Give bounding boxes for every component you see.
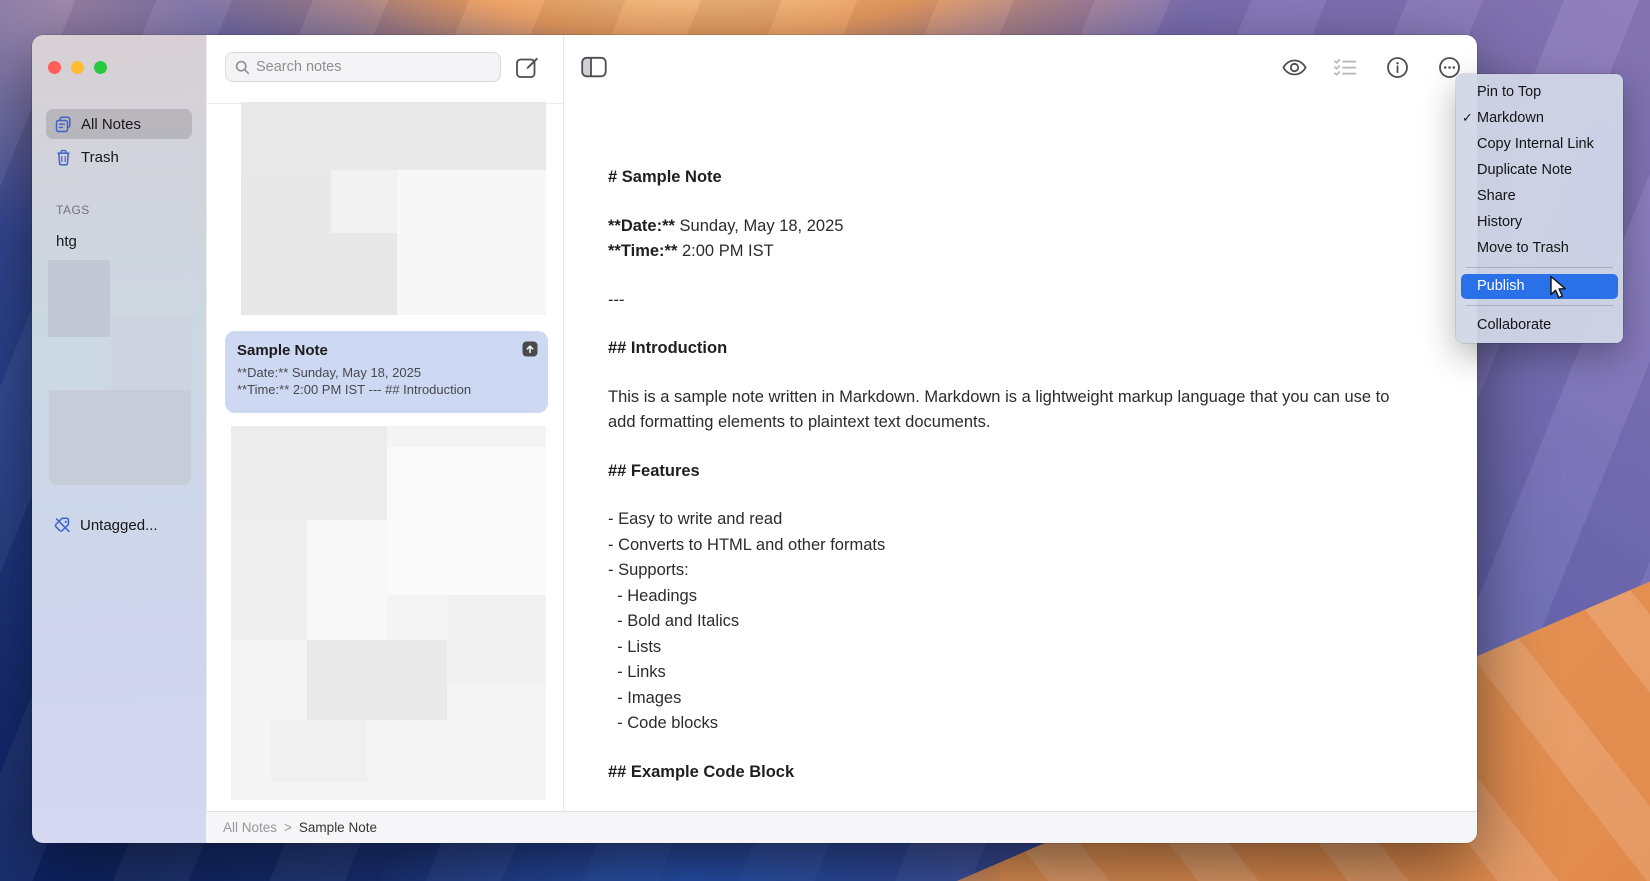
desktop: All Notes Trash TAGS htg: [0, 0, 1650, 881]
search-field[interactable]: [225, 52, 501, 82]
redacted-note-preview: [231, 426, 387, 520]
redacted-tag-block: [49, 390, 191, 485]
redacted-tag-block: [48, 260, 110, 337]
editor-blank-line: [608, 484, 1420, 507]
editor-blank-line: [608, 191, 1420, 214]
sidebar-item-trash[interactable]: Trash: [46, 142, 192, 172]
breadcrumb-separator: >: [284, 820, 292, 835]
sidebar: All Notes Trash TAGS htg: [32, 35, 206, 843]
editor-text-line: - Links: [608, 660, 1420, 686]
checkmark-icon: ✓: [1462, 105, 1473, 131]
menu-separator: [1466, 267, 1613, 268]
sidebar-item-all-notes[interactable]: All Notes: [46, 109, 192, 139]
sidebar-item-label: Untagged...: [80, 517, 158, 534]
trash-icon: [55, 149, 72, 166]
editor-text-line: - Easy to write and read: [608, 507, 1420, 533]
note-options-context-menu: Pin to Top✓MarkdownCopy Internal LinkDup…: [1456, 74, 1623, 343]
redacted-note-preview: [307, 520, 387, 640]
note-preview-line: **Date:** Sunday, May 18, 2025: [237, 364, 536, 381]
notes-app-window: All Notes Trash TAGS htg: [32, 35, 1477, 843]
menu-item-copy-internal-link[interactable]: Copy Internal Link: [1456, 131, 1623, 157]
minimize-button[interactable]: [71, 61, 84, 74]
editor-heading-line: ## Features: [608, 459, 1420, 485]
sidebar-item-label: All Notes: [81, 116, 141, 133]
editor-text-line: **Time:** 2:00 PM IST: [608, 239, 1420, 265]
editor-blank-line: [608, 313, 1420, 336]
menu-item-publish[interactable]: Publish: [1461, 274, 1618, 299]
redacted-tag-block: [111, 315, 191, 390]
menu-separator: [1466, 305, 1613, 306]
editor-text-line: - Images: [608, 686, 1420, 712]
close-button[interactable]: [48, 61, 61, 74]
note-list-item-sample-note[interactable]: Sample Note **Date:** Sunday, May 18, 20…: [225, 331, 548, 413]
editor-text-line: - Lists: [608, 635, 1420, 661]
redacted-note-preview: [331, 170, 397, 233]
note-editor-content[interactable]: # Sample Note **Date:** Sunday, May 18, 2…: [608, 165, 1420, 785]
notes-list-header: [207, 35, 563, 104]
published-badge-icon: [522, 341, 538, 357]
notes-list-panel: Sample Note **Date:** Sunday, May 18, 20…: [206, 35, 563, 811]
breadcrumb-bar: All Notes > Sample Note: [206, 811, 1477, 843]
editor-text-line: - Converts to HTML and other formats: [608, 533, 1420, 559]
tags-section-header: TAGS: [56, 203, 90, 217]
editor-text-line: - Bold and Italics: [608, 609, 1420, 635]
menu-item-markdown[interactable]: ✓Markdown: [1456, 105, 1623, 131]
menu-item-collaborate[interactable]: Collaborate: [1456, 312, 1623, 338]
redacted-tag-block: [110, 267, 195, 315]
editor-blank-line: [608, 737, 1420, 760]
new-note-button[interactable]: [513, 54, 541, 80]
editor-blank-line: [608, 362, 1420, 385]
editor-heading-line: # Sample Note: [608, 165, 1420, 191]
editor-text-line: ---: [608, 288, 1420, 314]
editor-text-line: **Date:** Sunday, May 18, 2025: [608, 214, 1420, 240]
window-controls: [48, 61, 107, 74]
editor-text-line: - Code blocks: [608, 711, 1420, 737]
menu-item-history[interactable]: History: [1456, 209, 1623, 235]
editor-blank-line: [608, 265, 1420, 288]
note-preview-line: **Time:** 2:00 PM IST --- ## Introductio…: [237, 381, 536, 398]
editor-panel: # Sample Note **Date:** Sunday, May 18, 2…: [563, 35, 1477, 811]
note-title: Sample Note: [237, 341, 536, 360]
search-icon: [235, 60, 250, 75]
breadcrumb-current: Sample Note: [299, 820, 377, 835]
redacted-note-preview: [231, 520, 307, 640]
checklist-button[interactable]: [1331, 54, 1359, 80]
editor-text-line: - Supports:: [608, 558, 1420, 584]
editor-heading-line: ## Example Code Block: [608, 760, 1420, 786]
toggle-sidebar-button[interactable]: [580, 54, 608, 80]
editor-text-line: This is a sample note written in Markdow…: [608, 385, 1420, 436]
zoom-button[interactable]: [94, 61, 107, 74]
info-button[interactable]: [1383, 54, 1411, 80]
redacted-note-preview: [271, 720, 367, 782]
editor-text-line: - Headings: [608, 584, 1420, 610]
redacted-note-preview: [307, 640, 447, 720]
redacted-note-preview: [447, 595, 546, 685]
menu-item-duplicate-note[interactable]: Duplicate Note: [1456, 157, 1623, 183]
editor-heading-line: ## Introduction: [608, 336, 1420, 362]
mouse-cursor: [1548, 275, 1570, 300]
sidebar-item-label: Trash: [81, 149, 119, 166]
untagged-icon: [54, 516, 72, 534]
redacted-note-preview: [241, 102, 546, 170]
sidebar-item-untagged[interactable]: Untagged...: [54, 512, 158, 538]
search-input[interactable]: [256, 59, 491, 75]
all-notes-icon: [55, 116, 72, 133]
sidebar-tag-htg[interactable]: htg: [56, 233, 77, 250]
menu-item-move-to-trash[interactable]: Move to Trash: [1456, 235, 1623, 261]
redacted-note-preview: [331, 233, 397, 315]
menu-item-pin-to-top[interactable]: Pin to Top: [1456, 79, 1623, 105]
menu-item-share[interactable]: Share: [1456, 183, 1623, 209]
editor-blank-line: [608, 436, 1420, 459]
breadcrumb-parent[interactable]: All Notes: [223, 820, 277, 835]
redacted-note-preview: [241, 170, 331, 315]
redacted-note-preview: [387, 447, 546, 595]
preview-eye-button[interactable]: [1280, 54, 1308, 80]
